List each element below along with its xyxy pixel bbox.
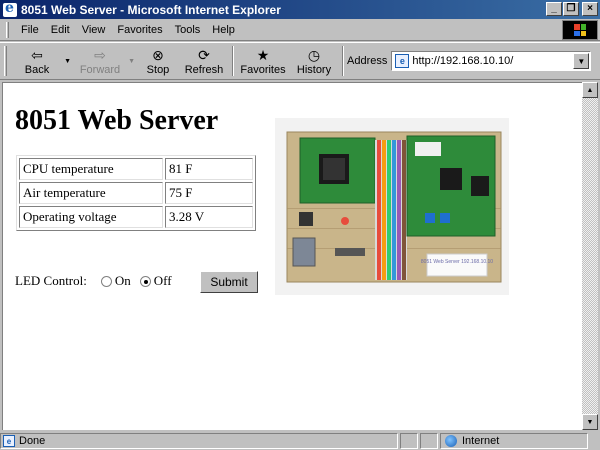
stop-icon: ⊗ [152,46,164,63]
table-row: Operating voltage 3.28 V [19,206,253,228]
led-on-label: On [114,273,131,288]
status-main: e Done [0,433,398,449]
windows-flag-icon [574,24,586,36]
address-input[interactable]: e http://192.168.10.10/ ▼ [391,51,592,71]
stop-button[interactable]: ⊗ Stop [137,44,179,78]
readings-table: CPU temperature 81 F Air temperature 75 … [16,155,256,231]
restore-button[interactable]: ❐ [563,2,579,16]
zone-text: Internet [462,435,500,447]
toolbar: ⇦ Back ▼ ⇨ Forward ▼ ⊗ Stop ⟳ Refresh ★ … [0,42,600,80]
menu-favorites[interactable]: Favorites [111,24,168,36]
history-button[interactable]: ◷ History [289,44,339,78]
reading-value: 75 F [165,182,253,204]
address-url: http://192.168.10.10/ [412,55,514,67]
menu-file[interactable]: File [15,24,45,36]
favorites-button[interactable]: ★ Favorites [237,44,289,78]
window-title: 8051 Web Server - Microsoft Internet Exp… [21,2,281,17]
led-control: LED Control: On Off [15,273,172,289]
page-icon: e [395,54,410,68]
page-done-icon: e [3,435,15,447]
led-on-radio[interactable] [100,275,112,287]
table-row: CPU temperature 81 F [19,158,253,180]
led-control-label: LED Control: [15,273,87,288]
menu-edit[interactable]: Edit [45,24,76,36]
status-text: Done [19,435,46,447]
back-label: Back [24,64,50,76]
vertical-scrollbar[interactable]: ▲ ▼ [582,82,598,430]
refresh-button[interactable]: ⟳ Refresh [179,44,229,78]
scroll-down-button[interactable]: ▼ [582,414,598,430]
table-row: Air temperature 75 F [19,182,253,204]
reading-label: Air temperature [19,182,163,204]
up-arrow-icon: ▲ [586,86,594,94]
favorites-folder-icon: ★ [256,46,270,63]
status-panel [400,433,418,449]
globe-icon [445,435,457,447]
history-label: History [296,64,332,76]
menu-tools[interactable]: Tools [169,24,207,36]
board-sticker-text: 8051 Web Server 192.168.10.10 [421,259,493,265]
led-off-label: Off [153,273,172,288]
toolbar-separator [342,46,344,76]
menu-view[interactable]: View [76,24,112,36]
submit-button[interactable]: Submit [200,271,258,293]
menu-grip[interactable] [6,21,9,38]
window-controls: _ ❐ × [545,2,598,16]
minimize-button[interactable]: _ [546,2,562,16]
reading-value: 81 F [165,158,253,180]
back-arrow-icon: ⇦ [31,46,43,63]
menu-bar: File Edit View Favorites Tools Help [0,19,600,41]
reading-label: CPU temperature [19,158,163,180]
reading-value: 3.28 V [165,206,253,228]
toolbar-separator [232,46,234,76]
favorites-label: Favorites [240,64,286,76]
menu-help[interactable]: Help [206,24,241,36]
address-dropdown-button[interactable]: ▼ [573,53,590,69]
refresh-label: Refresh [184,64,224,76]
close-button[interactable]: × [582,2,598,16]
status-bar: e Done Internet [0,432,600,450]
ie-logo-icon [3,0,17,17]
web-content: 8051 Web Server CPU temperature 81 F Air… [2,82,582,430]
page-title: 8051 Web Server [15,105,219,136]
status-panel [420,433,438,449]
forward-arrow-icon: ⇨ [94,46,106,63]
stop-label: Stop [146,64,170,76]
windows-logo [562,20,598,40]
down-arrow-icon: ▼ [586,418,594,426]
reading-label: Operating voltage [19,206,163,228]
refresh-icon: ⟳ [198,46,210,63]
forward-label: Forward [79,64,121,76]
led-off-radio[interactable] [139,275,151,287]
history-icon: ◷ [307,46,321,63]
back-button[interactable]: ⇦ Back ▼ [11,44,71,78]
forward-dropdown-icon[interactable]: ▼ [128,58,135,65]
status-zone: Internet [440,433,588,449]
board-photo: 8051 Web Server 192.168.10.10 [275,118,509,295]
title-bar: 8051 Web Server - Microsoft Internet Exp… [0,0,600,19]
address-label: Address [347,55,388,67]
scroll-up-button[interactable]: ▲ [582,82,598,98]
toolbar-grip[interactable] [4,46,7,76]
forward-button[interactable]: ⇨ Forward ▼ [69,44,135,78]
